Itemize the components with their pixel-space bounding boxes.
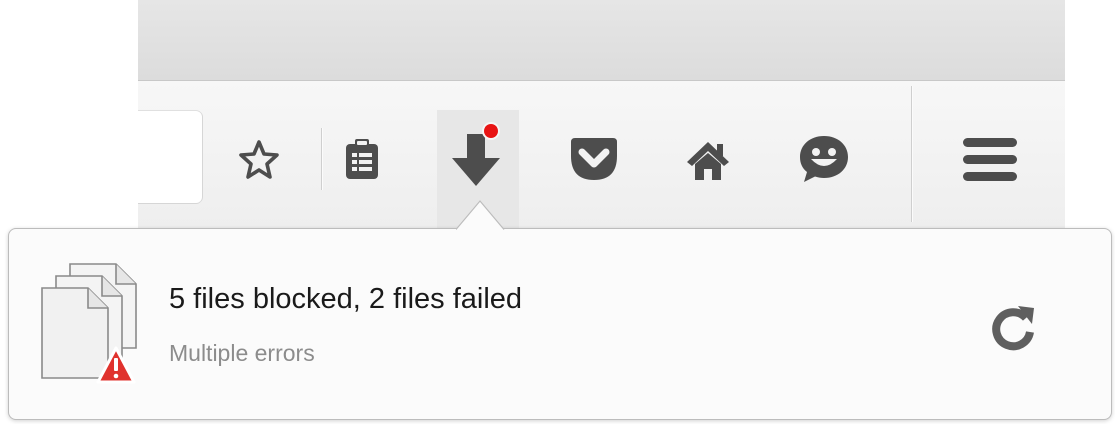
pocket-button[interactable] — [564, 132, 624, 188]
downloads-panel — [8, 228, 1112, 420]
retry-icon — [992, 306, 1034, 351]
home-button[interactable] — [682, 134, 734, 186]
hamburger-menu-icon — [963, 138, 1017, 181]
menu-button[interactable] — [954, 132, 1026, 188]
hello-chat-button[interactable] — [794, 130, 854, 188]
home-icon — [687, 142, 729, 180]
multiple-files-warning-icon — [41, 263, 137, 384]
downloads-button[interactable] — [444, 128, 508, 192]
star-outline-icon — [239, 140, 279, 179]
pocket-icon — [571, 138, 617, 180]
download-item[interactable] — [40, 262, 140, 391]
download-notification-dot — [482, 122, 500, 140]
url-bar[interactable] — [138, 111, 202, 203]
retry-button[interactable] — [984, 300, 1042, 358]
download-status-subtitle: Multiple errors — [169, 340, 315, 366]
reading-list-button[interactable] — [340, 134, 384, 184]
browser-window: 5 files blocked, 2 files failed Multiple… — [0, 0, 1115, 424]
download-arrow-icon — [452, 134, 500, 186]
toolbar-separator — [321, 128, 322, 190]
toolbar-separator — [911, 86, 912, 222]
bookmark-button[interactable] — [236, 136, 282, 182]
clipboard-list-icon — [346, 139, 378, 179]
tab-strip — [138, 0, 1065, 81]
smiley-chat-icon — [800, 136, 848, 182]
download-status-title: 5 files blocked, 2 files failed — [169, 283, 523, 315]
